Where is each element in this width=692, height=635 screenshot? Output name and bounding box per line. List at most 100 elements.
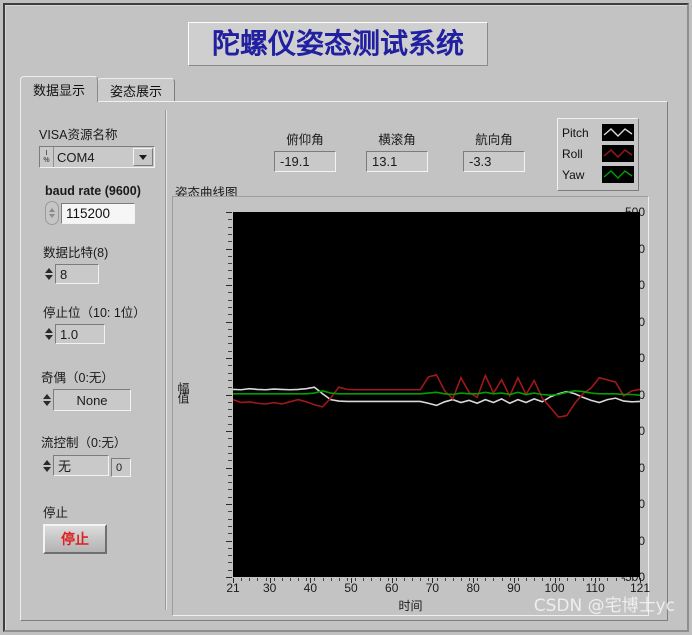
chart-y-tick-mark: [226, 504, 232, 505]
chart-y-minor-tick: [228, 255, 232, 257]
chart-x-minor-tick: [241, 578, 243, 581]
chart-x-tick-label: 80: [466, 581, 480, 595]
chart-y-minor-tick: [228, 270, 232, 272]
roll-indicator: 横滚角 13.1: [366, 129, 428, 172]
baud-rate-spinner[interactable]: [45, 201, 59, 225]
data-bits-spinner[interactable]: [43, 264, 54, 284]
visa-resource-combo[interactable]: I % COM4: [39, 146, 155, 168]
chart-x-minor-tick: [265, 578, 267, 581]
legend-swatch-yaw: [602, 166, 634, 183]
chart-x-minor-tick: [346, 578, 348, 581]
chart-y-minor-tick: [228, 401, 232, 403]
spinner-down-icon[interactable]: [42, 466, 51, 472]
spinner-down-icon[interactable]: [42, 401, 51, 406]
chart-x-minor-tick: [550, 578, 552, 581]
chart-x-tick-mark: [640, 578, 641, 583]
chart-x-minor-tick: [477, 578, 479, 581]
chart-y-tick-mark: [226, 285, 232, 286]
stop-bits-spinner[interactable]: [43, 324, 54, 344]
io-icon-bottom: %: [43, 157, 50, 164]
chart-x-minor-tick: [387, 578, 389, 581]
chart-x-minor-tick: [599, 578, 601, 581]
chart-x-minor-tick: [249, 578, 251, 581]
stop-bits-group: 停止位（10: 1位） 1.0: [43, 302, 146, 344]
plot-legend[interactable]: Pitch Roll Yaw: [557, 118, 639, 191]
chevron-down-icon: [139, 154, 147, 160]
legend-item-pitch[interactable]: Pitch: [562, 122, 634, 143]
spinner-up-icon[interactable]: [42, 459, 51, 465]
chart-x-tick-label: 21: [226, 581, 240, 595]
chart-x-minor-tick: [371, 578, 373, 581]
chart-y-minor-tick: [228, 562, 232, 564]
chart-y-minor-tick: [228, 226, 232, 228]
chart-y-minor-tick: [228, 314, 232, 316]
tab-attitude-display-label: 姿态展示: [110, 83, 163, 99]
chart-y-minor-tick: [228, 233, 232, 235]
legend-item-roll[interactable]: Roll: [562, 143, 634, 164]
chart-x-minor-tick: [379, 578, 381, 581]
chart-x-minor-tick: [298, 578, 300, 581]
chart-plot-area[interactable]: [232, 212, 641, 577]
legend-swatch-roll: [602, 145, 634, 162]
chart-y-minor-tick: [228, 328, 232, 330]
legend-swatch-pitch: [602, 124, 634, 141]
legend-item-yaw[interactable]: Yaw: [562, 164, 634, 185]
chart-x-minor-tick: [355, 578, 357, 581]
chart-y-tick-mark: [226, 321, 232, 323]
chart-x-tick-label: 60: [385, 581, 399, 595]
flow-control-spinner[interactable]: [41, 456, 52, 476]
chart-y-minor-tick: [228, 219, 232, 221]
visa-resource-label: VISA资源名称: [39, 128, 118, 142]
spinner-down-icon[interactable]: [44, 335, 53, 340]
tab-strip: 数据显示 姿态展示: [20, 76, 176, 102]
chart-y-minor-tick: [228, 474, 232, 476]
chart-y-minor-tick: [228, 460, 232, 462]
chart-x-tick-label: 50: [344, 581, 358, 595]
chart-y-tick-mark: [226, 467, 232, 469]
chart-y-axis-label: 幅值: [176, 382, 190, 402]
tab-attitude-display[interactable]: 姿态展示: [97, 78, 176, 101]
chart-y-minor-tick: [228, 387, 232, 389]
chart-x-minor-tick: [631, 578, 633, 581]
pitch-indicator-label: 俯仰角: [286, 133, 324, 147]
chart-y-minor-tick: [228, 379, 232, 381]
stop-bits-input[interactable]: 1.0: [55, 324, 105, 344]
spinner-up-icon[interactable]: [42, 394, 51, 399]
spinner-up-icon[interactable]: [44, 328, 53, 333]
page-title-box: 陀螺仪姿态测试系统: [188, 22, 488, 66]
chart-y-minor-tick: [228, 416, 232, 418]
chart-x-minor-tick: [257, 578, 259, 581]
chart-y-minor-tick: [228, 336, 232, 338]
chart-y-minor-tick: [228, 452, 232, 454]
visa-resource-value[interactable]: COM4: [54, 147, 133, 167]
legend-item-pitch-label: Pitch: [562, 125, 589, 140]
parity-input[interactable]: None: [53, 389, 131, 411]
chart-x-minor-tick: [485, 578, 487, 581]
chart-x-minor-tick: [420, 578, 422, 581]
chart-x-minor-tick: [273, 578, 275, 581]
baud-rate-input[interactable]: 115200: [61, 202, 135, 224]
parity-spinner[interactable]: [41, 390, 52, 410]
visa-resource-group: VISA资源名称 I % COM4: [39, 124, 155, 168]
spinner-down-icon[interactable]: [44, 275, 53, 280]
attitude-chart: 幅值 5004003002001000-100-200-300-400-500 …: [172, 196, 650, 616]
parity-row: None: [41, 389, 131, 411]
data-bits-input[interactable]: 8: [55, 264, 99, 284]
flow-control-input[interactable]: 无: [53, 455, 109, 476]
visa-resource-dropdown-button[interactable]: [133, 148, 153, 166]
flow-control-row: 无 0: [41, 454, 131, 477]
chart-y-tick-mark: [226, 212, 232, 213]
tab-data-display[interactable]: 数据显示: [20, 76, 99, 102]
spinner-up-icon[interactable]: [44, 268, 53, 273]
chart-y-tick-mark: [226, 577, 232, 578]
stop-button[interactable]: 停止: [43, 524, 107, 554]
chart-x-minor-tick: [558, 578, 560, 581]
spinner-down-icon[interactable]: [49, 214, 55, 218]
chart-y-minor-tick: [228, 241, 232, 243]
window-frame: 陀螺仪姿态测试系统 数据显示 姿态展示 VISA资源名称 I % COM4 ba…: [3, 3, 689, 632]
chart-y-minor-tick: [228, 409, 232, 411]
chart-x-minor-tick: [591, 578, 593, 581]
spinner-up-icon[interactable]: [49, 208, 55, 212]
chart-x-minor-tick: [428, 578, 430, 581]
chart-x-minor-tick: [363, 578, 365, 581]
